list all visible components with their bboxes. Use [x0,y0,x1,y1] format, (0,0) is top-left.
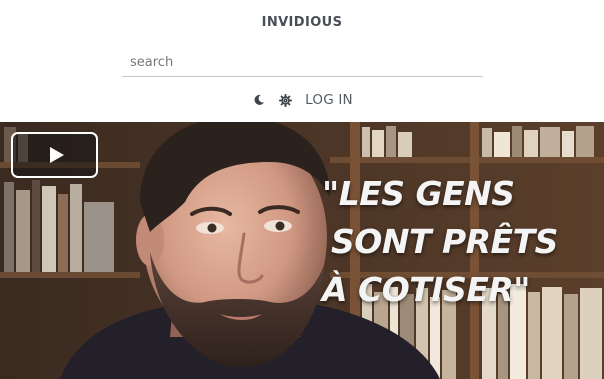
login-link[interactable]: LOG IN [305,92,353,108]
search-input[interactable] [122,48,483,76]
play-button[interactable] [11,132,98,178]
moon-icon[interactable] [251,92,267,108]
video-thumbnail[interactable]: "LES GENS SONT PRÊTS À COTISER" [0,122,604,379]
caption-line: "LES GENS [322,174,515,213]
play-icon [49,147,64,163]
caption-line: SONT PRÊTS [331,222,558,261]
search-bar [122,48,483,77]
invidious-page: INVIDIOUS search LOG IN "LES GENS SONT P… [0,0,604,379]
user-bar: LOG IN [0,91,604,109]
caption-line: À COTISER" [322,270,531,309]
video-caption-overlay: "LES GENS SONT PRÊTS À COTISER" [322,170,602,314]
gear-icon[interactable] [277,92,293,108]
invidious-logo-link[interactable]: INVIDIOUS [0,15,604,30]
